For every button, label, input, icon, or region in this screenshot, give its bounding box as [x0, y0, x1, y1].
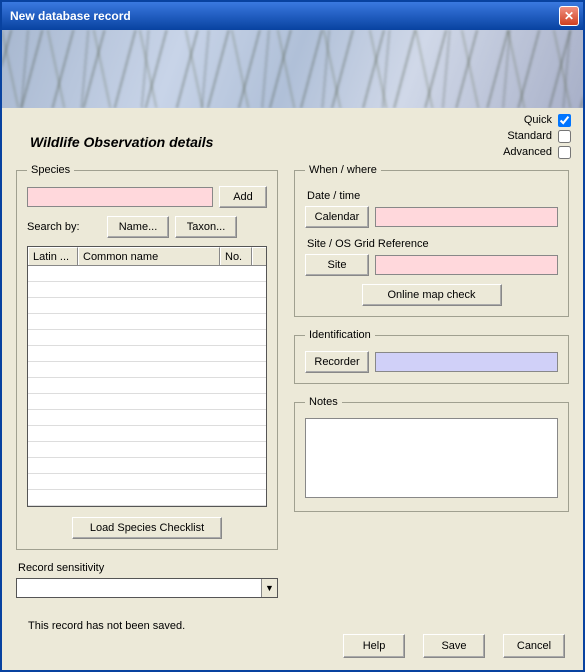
- table-row: [28, 314, 266, 330]
- close-icon: ✕: [564, 9, 574, 23]
- notes-group: Notes: [294, 396, 569, 512]
- table-row: [28, 282, 266, 298]
- sensitivity-value: [17, 579, 261, 597]
- table-row: [28, 330, 266, 346]
- search-taxon-button[interactable]: Taxon...: [175, 216, 237, 238]
- table-row: [28, 442, 266, 458]
- advanced-label: Advanced: [503, 146, 552, 158]
- species-group: Species Add Search by: Name... Taxon... …: [16, 164, 278, 550]
- advanced-checkbox[interactable]: [558, 146, 571, 159]
- table-row: [28, 362, 266, 378]
- add-button[interactable]: Add: [219, 186, 267, 208]
- table-row: [28, 490, 266, 506]
- species-table: Latin ... Common name No.: [27, 246, 267, 507]
- notes-textarea[interactable]: [305, 418, 558, 498]
- table-row: [28, 458, 266, 474]
- recorder-button[interactable]: Recorder: [305, 351, 369, 373]
- when-where-legend: When / where: [305, 164, 381, 176]
- titlebar: New database record ✕: [2, 2, 583, 30]
- species-legend: Species: [27, 164, 74, 176]
- table-row: [28, 474, 266, 490]
- identification-legend: Identification: [305, 329, 375, 341]
- site-label: Site / OS Grid Reference: [307, 238, 558, 250]
- banner-image: [2, 30, 583, 108]
- calendar-button[interactable]: Calendar: [305, 206, 369, 228]
- content-area: Quick Standard Advanced Wildlife Observa…: [2, 108, 583, 670]
- load-checklist-button[interactable]: Load Species Checklist: [72, 517, 222, 539]
- view-options: Quick Standard Advanced: [503, 112, 571, 160]
- quick-checkbox[interactable]: [558, 114, 571, 127]
- page-title: Wildlife Observation details: [30, 134, 569, 150]
- window-title: New database record: [10, 9, 559, 23]
- site-input[interactable]: [375, 255, 558, 275]
- identification-group: Identification Recorder: [294, 329, 569, 384]
- status-message: This record has not been saved.: [28, 620, 569, 632]
- table-row: [28, 394, 266, 410]
- table-header: Latin ... Common name No.: [28, 247, 266, 266]
- app-window: New database record ✕ Quick Standard Adv…: [0, 0, 585, 672]
- col-no[interactable]: No.: [220, 247, 252, 265]
- datetime-input[interactable]: [375, 207, 558, 227]
- help-button[interactable]: Help: [343, 634, 405, 658]
- search-name-button[interactable]: Name...: [107, 216, 169, 238]
- notes-legend: Notes: [305, 396, 342, 408]
- table-row: [28, 378, 266, 394]
- table-row: [28, 266, 266, 282]
- chevron-down-icon: ▼: [261, 579, 277, 597]
- recorder-input[interactable]: [375, 352, 558, 372]
- datetime-label: Date / time: [307, 190, 558, 202]
- sensitivity-select[interactable]: ▼: [16, 578, 278, 598]
- save-button[interactable]: Save: [423, 634, 485, 658]
- search-by-label: Search by:: [27, 221, 101, 233]
- map-check-button[interactable]: Online map check: [362, 284, 502, 306]
- species-table-body[interactable]: [28, 266, 266, 506]
- close-button[interactable]: ✕: [559, 6, 579, 26]
- standard-checkbox[interactable]: [558, 130, 571, 143]
- table-row: [28, 410, 266, 426]
- standard-label: Standard: [507, 130, 552, 142]
- when-where-group: When / where Date / time Calendar Site /…: [294, 164, 569, 317]
- col-common[interactable]: Common name: [78, 247, 220, 265]
- col-spacer: [252, 247, 266, 265]
- col-latin[interactable]: Latin ...: [28, 247, 78, 265]
- species-input[interactable]: [27, 187, 213, 207]
- site-button[interactable]: Site: [305, 254, 369, 276]
- quick-label: Quick: [524, 114, 552, 126]
- cancel-button[interactable]: Cancel: [503, 634, 565, 658]
- table-row: [28, 426, 266, 442]
- sensitivity-label: Record sensitivity: [18, 562, 278, 574]
- table-row: [28, 346, 266, 362]
- table-row: [28, 298, 266, 314]
